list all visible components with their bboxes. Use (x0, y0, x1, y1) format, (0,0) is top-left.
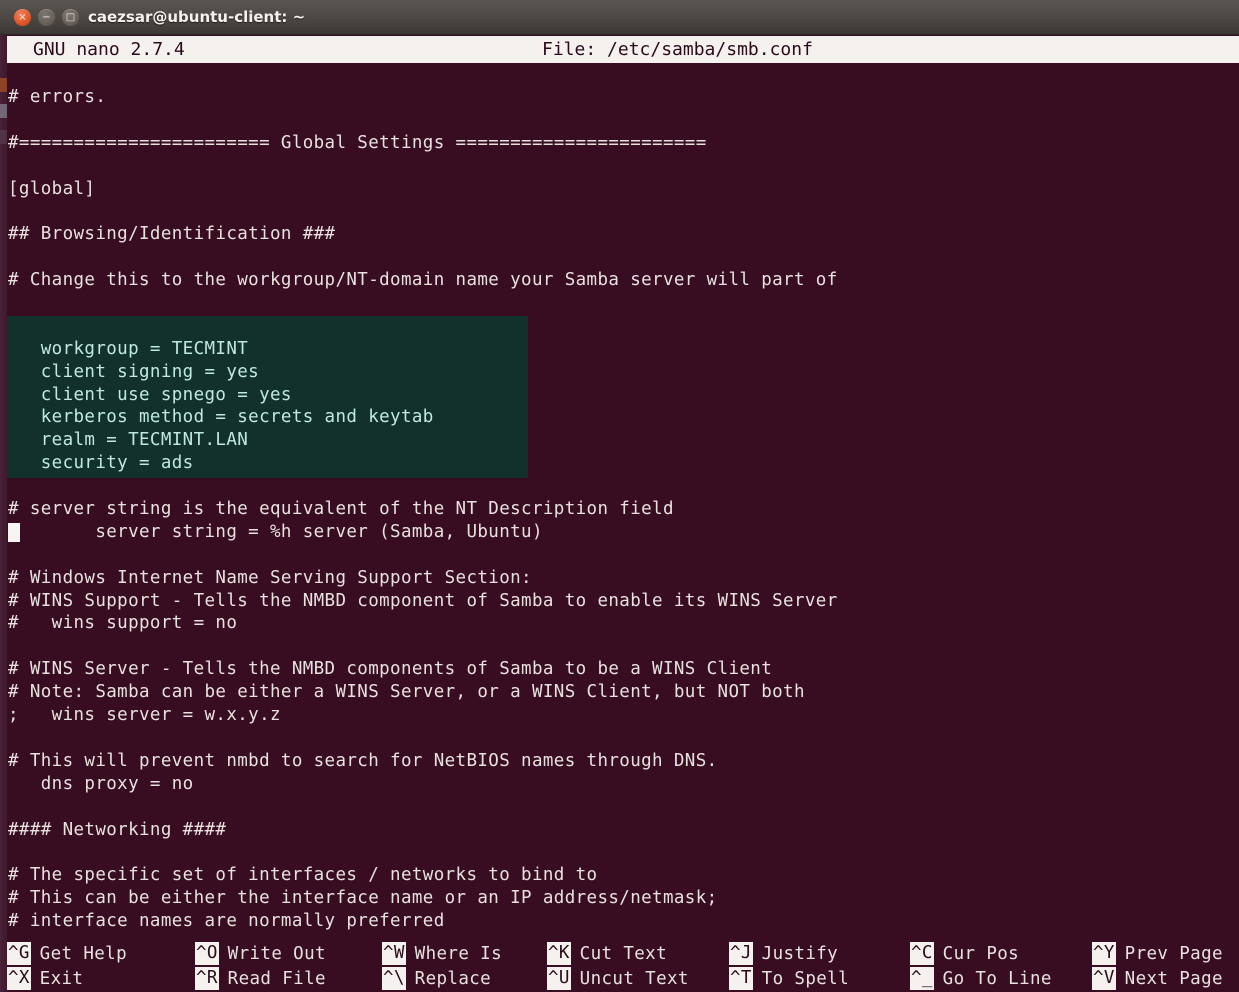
window-titlebar[interactable]: × − □ caezsar@ubuntu-client: ~ (0, 0, 1239, 35)
editor-line: client use spnego = yes (8, 384, 292, 405)
launcher-icon-files[interactable] (0, 104, 7, 118)
editor-line: # This can be either the interface name … (8, 888, 718, 909)
shortcut-label: Read File (227, 968, 326, 989)
shortcut-label: Get Help (39, 943, 127, 964)
shortcut-key: ^Y (1092, 942, 1116, 965)
shortcut-label: Write Out (227, 943, 326, 964)
editor-line: # Note: Samba can be either a WINS Serve… (8, 682, 805, 703)
editor-line: realm = TECMINT.LAN (8, 430, 249, 451)
nano-file-label: File: /etc/samba/smb.conf (542, 39, 813, 60)
shortcut-key: ^O (195, 942, 219, 965)
shortcut-label: Next Page (1124, 968, 1223, 989)
editor-line: # interface names are normally preferred (8, 911, 445, 932)
editor-line: #======================= Global Settings… (8, 132, 707, 153)
editor-area[interactable]: # errors. #======================= Global… (7, 63, 1239, 936)
shortcut-go-to-line[interactable]: ^_ Go To Line (910, 966, 1052, 991)
shortcut-key: ^W (382, 942, 406, 965)
shortcut-key: ^R (195, 967, 219, 990)
editor-line: ; wins server = w.x.y.z (8, 705, 281, 726)
editor-line: security = ads (8, 453, 194, 474)
editor-text-layer: # errors. #======================= Global… (7, 86, 1239, 933)
shortcut-key: ^J (729, 942, 753, 965)
editor-line: dns proxy = no (8, 773, 194, 794)
shortcut-label: Prev Page (1124, 943, 1223, 964)
shortcut-prev-page[interactable]: ^Y Prev Page (1092, 941, 1223, 966)
editor-line: #### Networking #### (8, 819, 227, 840)
shortcut-replace[interactable]: ^\ Replace (382, 966, 491, 991)
shortcut-key: ^U (547, 967, 571, 990)
shortcut-cur-pos[interactable]: ^C Cur Pos (910, 941, 1019, 966)
shortcut-label: Replace (414, 968, 492, 989)
shortcut-write-out[interactable]: ^O Write Out (195, 941, 326, 966)
shortcut-label: Justify (761, 943, 839, 964)
shortcut-key: ^V (1092, 967, 1116, 990)
terminal-window: × − □ caezsar@ubuntu-client: ~ GNU nano … (0, 0, 1239, 992)
editor-line: # server string is the equivalent of the… (8, 499, 674, 520)
shortcut-label: Cur Pos (942, 943, 1020, 964)
shortcut-row-primary: ^G Get Help ^O Write Out ^W Where Is ^K Cut Tex… (7, 941, 1239, 966)
shortcut-next-page[interactable]: ^V Next Page (1092, 966, 1223, 991)
shortcut-key: ^T (729, 967, 753, 990)
shortcut-read-file[interactable]: ^R Read File (195, 966, 326, 991)
shortcut-key: ^K (547, 942, 571, 965)
shortcut-label: Uncut Text (579, 968, 689, 989)
minimize-icon[interactable]: − (38, 9, 55, 26)
shortcut-label: To Spell (761, 968, 849, 989)
nano-shortcut-bar: ^G Get Help ^O Write Out ^W Where Is ^K Cut Tex… (7, 941, 1239, 992)
editor-line: # wins support = no (8, 613, 238, 634)
text-cursor (8, 522, 20, 542)
shortcut-label: Go To Line (942, 968, 1052, 989)
close-icon[interactable]: × (14, 9, 31, 26)
editor-line: # Windows Internet Name Serving Support … (8, 567, 532, 588)
editor-line: [global] (8, 178, 96, 199)
shortcut-key: ^G (7, 942, 31, 965)
editor-line: server string = %h server (Samba, Ubuntu… (8, 521, 543, 542)
shortcut-uncut-text[interactable]: ^U Uncut Text (547, 966, 689, 991)
shortcut-label: Exit (39, 968, 84, 989)
editor-line: # WINS Support - Tells the NMBD componen… (8, 590, 838, 611)
nano-header-bar: GNU nano 2.7.4 File: /etc/samba/smb.conf (7, 36, 1239, 63)
maximize-icon[interactable]: □ (62, 9, 79, 26)
shortcut-get-help[interactable]: ^G Get Help (7, 941, 127, 966)
shortcut-exit[interactable]: ^X Exit (7, 966, 83, 991)
shortcut-key: ^X (7, 967, 31, 990)
editor-line: # Change this to the workgroup/NT-domain… (8, 270, 838, 291)
shortcut-key: ^_ (910, 967, 934, 990)
shortcut-justify[interactable]: ^J Justify (729, 941, 838, 966)
window-title: caezsar@ubuntu-client: ~ (88, 8, 306, 26)
shortcut-label: Cut Text (579, 943, 667, 964)
launcher-icon-dash[interactable] (0, 78, 7, 92)
unity-launcher-strip[interactable] (0, 0, 7, 992)
editor-line: ## Browsing/Identification ### (8, 224, 336, 245)
shortcut-key: ^\ (382, 967, 406, 990)
launcher-icon-terminal[interactable] (0, 130, 7, 144)
shortcut-cut-text[interactable]: ^K Cut Text (547, 941, 667, 966)
editor-line: kerberos method = secrets and keytab (8, 407, 434, 428)
shortcut-key: ^C (910, 942, 934, 965)
shortcut-label: Where Is (414, 943, 502, 964)
editor-line: client signing = yes (8, 361, 260, 382)
shortcut-row-secondary: ^X Exit ^R Read File ^\ Replace ^U Uncut Text ^T… (7, 966, 1239, 991)
editor-line: # errors. (8, 87, 107, 107)
editor-line: # This will prevent nmbd to search for N… (8, 750, 718, 771)
editor-line: # WINS Server - Tells the NMBD component… (8, 659, 773, 680)
shortcut-to-spell[interactable]: ^T To Spell (729, 966, 849, 991)
editor-line: # The specific set of interfaces / netwo… (8, 865, 598, 886)
editor-line: workgroup = TECMINT (8, 338, 249, 359)
nano-version-label: GNU nano 2.7.4 (33, 39, 185, 60)
shortcut-where-is[interactable]: ^W Where Is (382, 941, 502, 966)
